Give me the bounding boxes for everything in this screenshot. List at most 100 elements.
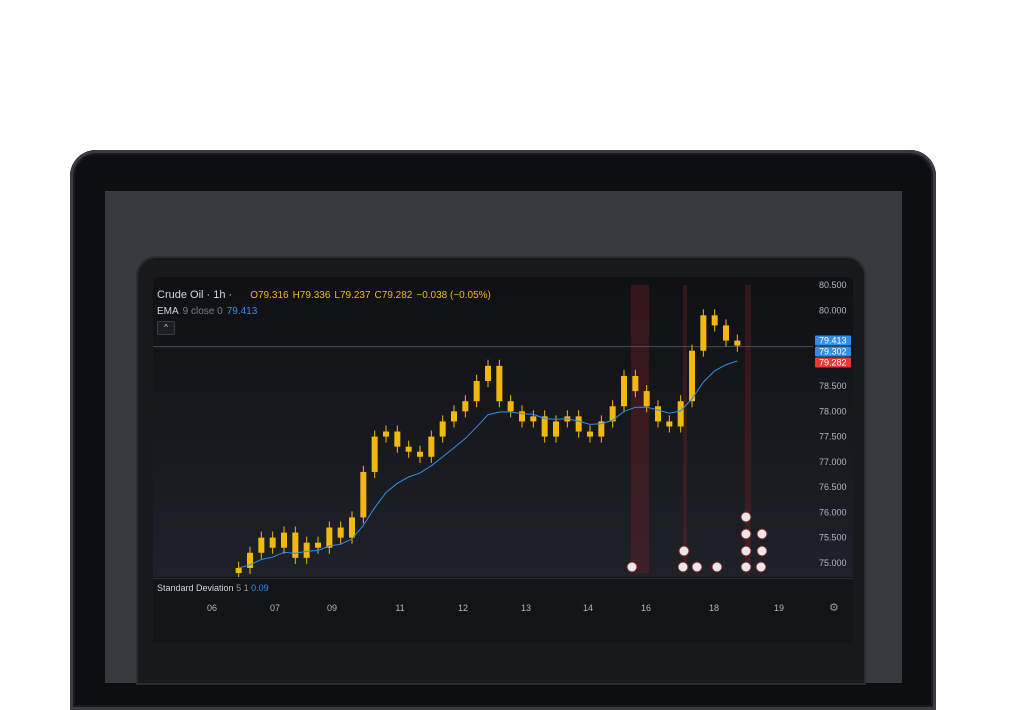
time-tick: 07	[269, 603, 281, 613]
event-marker-icon	[756, 528, 768, 540]
event-band	[683, 285, 687, 573]
change-value: −0.038 (−0.05%)	[416, 290, 491, 301]
candle-body	[462, 401, 469, 412]
event-marker-icon	[677, 561, 689, 573]
event-marker-icon	[678, 545, 690, 557]
event-marker-icon	[711, 561, 723, 573]
candle-body	[485, 365, 491, 381]
indicator-name: Standard Deviation	[157, 583, 234, 593]
price-chart-pane[interactable]: 80.50080.00079.00078.50078.00077.50077.0…	[153, 277, 853, 577]
candle-body	[417, 451, 423, 457]
time-tick: 19	[773, 603, 785, 613]
low-value: L79.237	[334, 290, 371, 301]
candle-body	[439, 421, 446, 437]
price-badge-label: 79.282	[819, 358, 847, 368]
price-tick: 75.500	[819, 533, 847, 543]
candle-body	[723, 325, 729, 341]
price-tick: 78.500	[819, 381, 847, 391]
symbol-label[interactable]: Crude Oil · 1h ·	[157, 289, 232, 301]
candle-body	[496, 365, 503, 402]
candle-body	[689, 350, 695, 402]
price-tick: 75.000	[819, 558, 847, 568]
candle-body	[632, 375, 639, 392]
indicator-pane[interactable]: Standard Deviation 5 1 0.09	[153, 578, 853, 597]
candle-body	[315, 542, 321, 548]
candle-body	[587, 431, 593, 437]
ema-line	[238, 360, 738, 569]
candle-body	[428, 436, 435, 457]
candle-body	[530, 416, 537, 422]
price-tick: 76.000	[819, 507, 847, 517]
price-badge-label: 79.302	[819, 347, 847, 357]
candle-body	[655, 406, 661, 422]
price-tick: 76.500	[819, 482, 847, 492]
event-marker-icon	[626, 561, 638, 573]
high-value: H79.336	[292, 290, 331, 301]
candle-body	[292, 532, 299, 558]
time-tick: 16	[640, 603, 652, 613]
candle-body	[349, 517, 355, 538]
candle-body	[269, 537, 276, 548]
candle-body	[553, 421, 559, 437]
candle-body	[235, 567, 242, 573]
event-marker-icon	[756, 545, 768, 557]
price-tick: 78.000	[819, 406, 847, 416]
chevron-up-icon[interactable]: ^	[157, 321, 175, 335]
candle-body	[281, 532, 287, 548]
gear-icon[interactable]: ⚙	[829, 601, 839, 614]
candle-body	[394, 431, 401, 447]
candle-body	[507, 401, 514, 412]
time-tick: 09	[326, 603, 338, 613]
candle-body	[371, 436, 378, 472]
ema-params: 9 close 0	[182, 306, 223, 317]
time-axis[interactable]: 06 07 09 11 12 13 14 16 18 19 ⚙	[153, 597, 853, 643]
candle-body	[326, 527, 333, 548]
candle-body	[575, 416, 582, 432]
time-tick: 06	[206, 603, 218, 613]
time-tick: 13	[520, 603, 532, 613]
open-value: O79.316	[250, 290, 289, 301]
candle-body	[405, 446, 412, 452]
event-marker-icon	[691, 561, 703, 573]
price-tick: 77.500	[819, 432, 847, 442]
candle-body	[303, 542, 310, 558]
candle-body	[700, 315, 707, 351]
candle-body	[541, 416, 548, 437]
price-badge-label: 79.413	[819, 336, 847, 346]
candle-body	[711, 315, 718, 326]
candle-body	[383, 431, 389, 437]
candle-body	[519, 411, 525, 422]
event-marker-icon	[755, 561, 767, 573]
price-tick: 80.500	[819, 280, 847, 290]
time-tick: 14	[582, 603, 594, 613]
candle-body	[258, 537, 265, 553]
indicator-value: 0.09	[251, 583, 269, 593]
time-tick: 18	[708, 603, 720, 613]
event-marker-icon	[740, 545, 752, 557]
indicator-params: 5 1	[236, 583, 249, 593]
event-marker-icon	[740, 528, 752, 540]
time-tick: 12	[457, 603, 469, 613]
price-chart[interactable]: 80.50080.00079.00078.50078.00077.50077.0…	[153, 277, 853, 577]
ema-value: 79.413	[226, 306, 258, 317]
close-value: C79.282	[374, 290, 413, 301]
candle-body	[734, 340, 741, 346]
candle-body	[621, 375, 627, 407]
candle-body	[451, 411, 457, 422]
candle-body	[473, 381, 480, 402]
candle-body	[337, 527, 344, 538]
price-tick: 80.000	[819, 305, 847, 315]
chart-legend: Crude Oil · 1h · O79.316 H79.336 L79.237…	[157, 289, 491, 317]
candle-body	[643, 391, 650, 407]
time-tick: 11	[395, 603, 405, 613]
event-marker-icon	[740, 561, 752, 573]
event-marker-icon	[740, 511, 752, 523]
candle-body	[666, 421, 673, 427]
event-band	[631, 285, 649, 573]
candle-body	[677, 401, 684, 427]
ema-legend[interactable]: EMA 9 close 0 79.413	[157, 306, 491, 317]
ema-name: EMA	[157, 306, 179, 317]
trading-chart-app: 80.50080.00079.00078.50078.00077.50077.0…	[153, 277, 853, 643]
indicator-legend: Standard Deviation 5 1 0.09	[157, 583, 269, 593]
candle-body	[360, 471, 367, 518]
